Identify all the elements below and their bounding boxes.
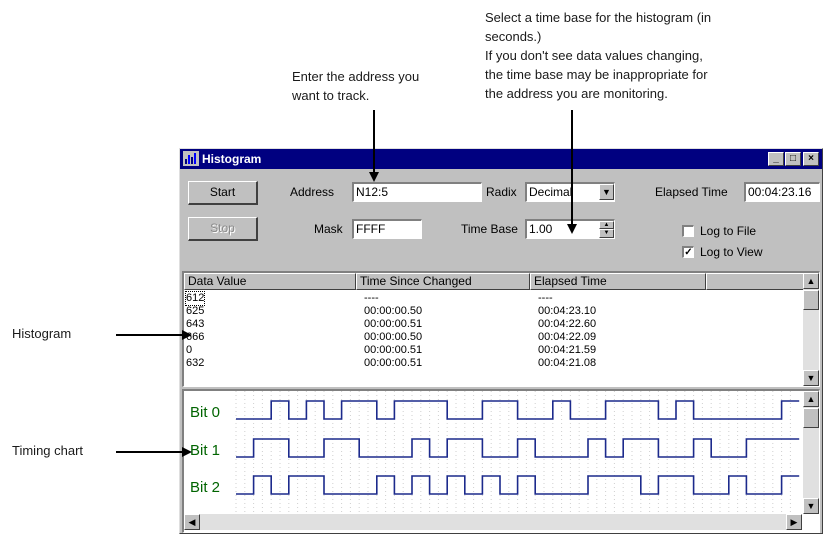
scroll-right-icon[interactable]: ▶ (786, 514, 802, 530)
table-cell: 00:04:21.08 (538, 357, 597, 369)
histogram-app-icon (183, 151, 199, 166)
table-cell: 625 (186, 305, 205, 317)
radix-value: Decimal (529, 185, 573, 199)
bit-waveform (236, 475, 800, 495)
table-row[interactable]: 666 00:00:00.50 00:04:22.09 (184, 331, 804, 344)
table-row[interactable]: 612 ---- ---- (184, 291, 804, 306)
table-cell: 00:04:21.59 (538, 344, 597, 356)
scroll-up-icon[interactable]: ▲ (803, 391, 819, 407)
histogram-arrow-head (182, 330, 192, 340)
timebase-note-line: the address you are monitoring. (485, 86, 668, 101)
histogram-window: Histogram _ □ × Start Stop Address N12:5… (179, 148, 823, 534)
table-cell: 00:04:22.60 (538, 318, 597, 330)
log-to-file-label: Log to File (700, 224, 757, 238)
timebase-value: 1.00 (529, 222, 553, 236)
timing-waveforms (235, 391, 800, 514)
address-arrow-head (369, 172, 379, 182)
address-input[interactable]: N12:5 (352, 182, 482, 202)
horizontal-scrollbar[interactable]: ◀ ▶ (184, 514, 802, 530)
timebase-arrow-head (567, 224, 577, 234)
mask-input[interactable]: FFFF (352, 219, 422, 239)
table-cell: 00:00:00.50 (364, 331, 423, 343)
table-cell: 0 (186, 344, 193, 356)
bit-label: Bit 0 (190, 404, 221, 421)
address-note-line: want to track. (292, 88, 370, 103)
log-to-view-label: Log to View (700, 245, 763, 259)
table-cell: ---- (538, 292, 553, 304)
timing-arrow-head (182, 447, 192, 457)
timing-arrow (116, 451, 182, 453)
table-cell: ---- (364, 292, 379, 304)
bit-waveform (236, 438, 800, 458)
start-button[interactable]: Start (188, 181, 258, 205)
timebase-label: Time Base (461, 222, 518, 236)
bit-label: Bit 1 (190, 442, 221, 459)
bit-waveform (236, 400, 800, 420)
histogram-label: Histogram (12, 326, 72, 341)
spin-down-icon[interactable]: ▼ (599, 229, 614, 238)
table-row[interactable]: 625 00:00:00.50 00:04:23.10 (184, 305, 804, 318)
column-header-data-value[interactable]: Data Value (184, 273, 356, 290)
table-cell: 00:00:00.51 (364, 344, 423, 356)
radix-select[interactable]: Decimal ▼ (525, 182, 615, 202)
address-label: Address (290, 185, 335, 199)
scroll-down-icon[interactable]: ▼ (803, 498, 819, 514)
table-row[interactable]: 643 00:00:00.51 00:04:22.60 (184, 318, 804, 331)
scroll-thumb[interactable] (803, 408, 819, 428)
stop-button[interactable]: Stop (188, 217, 258, 241)
histogram-arrow (116, 334, 182, 336)
table-cell: 612 (184, 291, 206, 306)
list-scrollbar[interactable]: ▲ ▼ (803, 273, 819, 386)
chevron-down-icon[interactable]: ▼ (599, 184, 614, 200)
log-to-view-check-mark: ✓ (684, 247, 693, 258)
histogram-list[interactable]: Data Value Time Since Changed Elapsed Ti… (182, 271, 820, 387)
title-bar[interactable]: Histogram _ □ × (180, 149, 822, 169)
scroll-thumb[interactable] (803, 290, 819, 310)
elapsed-time-field: 00:04:23.16 (744, 182, 820, 202)
scroll-up-icon[interactable]: ▲ (803, 273, 819, 289)
minimize-button[interactable]: _ (768, 152, 784, 166)
address-note: Enter the address you want to track. (292, 67, 419, 105)
close-button[interactable]: × (803, 152, 819, 166)
column-header-empty[interactable] (706, 273, 804, 290)
address-arrow (373, 110, 375, 174)
column-header-time-since-changed[interactable]: Time Since Changed (356, 273, 530, 290)
timing-chart[interactable]: Bit 0 Bit 1 Bit 2 ▲ ▼ ◀ ▶ (182, 389, 820, 533)
table-cell: 632 (186, 357, 205, 369)
window-title: Histogram (202, 152, 262, 166)
spin-up-icon[interactable]: ▲ (599, 221, 614, 229)
table-cell: 00:00:00.50 (364, 305, 423, 317)
timebase-note-line: Select a time base for the histogram (in (485, 10, 712, 25)
timebase-note: Select a time base for the histogram (in… (485, 8, 711, 103)
timing-scrollbar[interactable]: ▲ ▼ (803, 391, 819, 514)
table-row[interactable]: 0 00:00:00.51 00:04:21.59 (184, 344, 804, 357)
bit-label: Bit 2 (190, 479, 221, 496)
table-cell: 00:04:23.10 (538, 305, 597, 317)
timebase-note-line: seconds.) (485, 29, 542, 44)
mask-label: Mask (314, 222, 343, 236)
timebase-arrow (571, 110, 573, 226)
scroll-left-icon[interactable]: ◀ (184, 514, 200, 530)
table-cell: 00:00:00.51 (364, 318, 423, 330)
table-cell: 00:04:22.09 (538, 331, 597, 343)
column-header-elapsed-time[interactable]: Elapsed Time (530, 273, 706, 290)
scroll-down-icon[interactable]: ▼ (803, 370, 819, 386)
elapsed-time-label: Elapsed Time (655, 185, 728, 199)
log-to-view-checkbox[interactable]: ✓ (682, 246, 694, 258)
maximize-button[interactable]: □ (785, 152, 801, 166)
address-note-line: Enter the address you (292, 69, 420, 84)
table-cell: 00:00:00.51 (364, 357, 423, 369)
timebase-note-line: If you don't see data values changing, (485, 48, 703, 63)
log-to-file-checkbox[interactable] (682, 225, 694, 237)
table-row[interactable]: 632 00:00:00.51 00:04:21.08 (184, 357, 804, 370)
radix-label: Radix (486, 185, 517, 199)
timing-chart-label: Timing chart (12, 443, 84, 458)
timebase-note-line: the time base may be inappropriate for (485, 67, 708, 82)
